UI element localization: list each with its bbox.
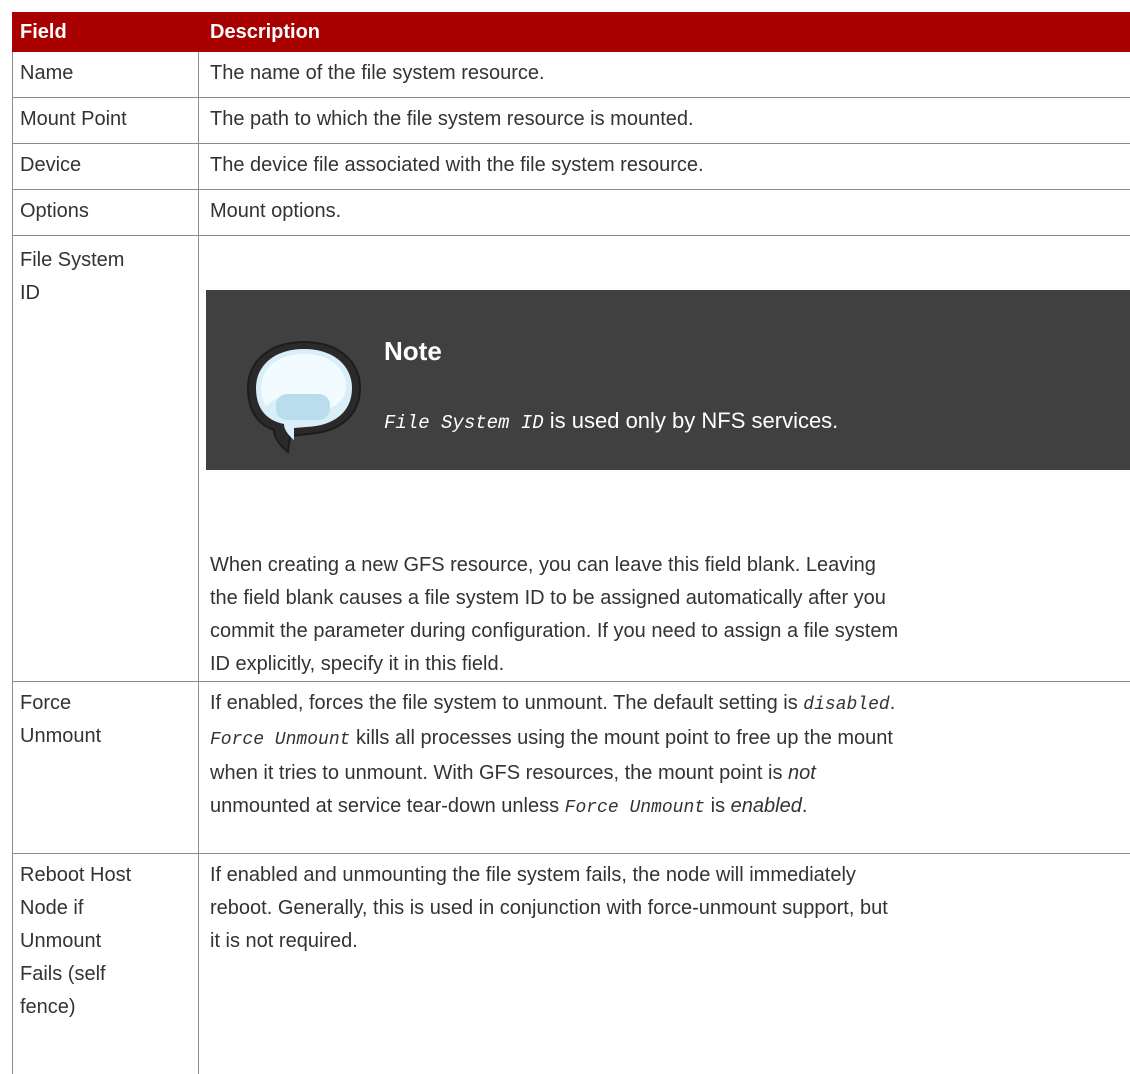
description-device: The device file associated with the file… [210,154,704,176]
description-force-unmount: If enabled, forces the file system to un… [210,687,1130,825]
paragraph-line: If enabled and unmounting the file syste… [210,864,856,886]
paragraph-line: it is not required. [210,930,358,952]
paragraph-line: ID explicitly, specify it in this field. [210,653,505,675]
description-options: Mount options. [210,200,342,222]
text-span: unmounted at service tear-down unless [210,795,565,817]
table-row: Force Unmount If enabled, forces the fil… [12,682,1130,854]
note-text: File System ID is used only by NFS servi… [384,408,838,434]
text-span: is [705,795,731,817]
field-mount-point: Mount Point [20,108,127,130]
field-device: Device [20,154,82,176]
header-description: Description [210,21,321,43]
field-line: Node if [20,897,84,919]
field-file-system-id: File System ID [20,244,190,310]
field-reboot-host-node: Reboot Host Node if Unmount Fails (self … [20,859,190,1024]
text-span: If enabled, forces the file system to un… [210,692,804,714]
header-field: Field [20,21,67,43]
speech-bubble-icon [246,340,362,454]
paragraph-line: unmounted at service tear-down unless Fo… [210,790,1130,825]
code-force-unmount: Force Unmount [210,730,351,750]
paragraph-line: If enabled, forces the file system to un… [210,687,1130,722]
field-line: fence) [20,996,76,1018]
text-span: . [801,795,808,817]
description-reboot-host-node: If enabled and unmounting the file syste… [210,859,1120,958]
emphasis-not: not [788,762,816,784]
description-mount-point: The path to which the file system resour… [210,108,694,130]
paragraph-line: reboot. Generally, this is used in conju… [210,897,888,919]
paragraph-line: when it tries to unmount. With GFS resou… [210,757,1130,790]
field-name: Name [20,62,74,84]
table-row: Reboot Host Node if Unmount Fails (self … [12,854,1130,1034]
description-name: The name of the file system resource. [210,62,545,84]
table-row: Name The name of the file system resourc… [12,52,1130,98]
field-line: File System [20,249,125,271]
paragraph-line: Force Unmount kills all processes using … [210,722,1130,757]
note-text-rest: is used only by NFS services. [543,408,839,433]
text-span: kills all processes using the mount poin… [350,727,893,749]
text-span: when it tries to unmount. With GFS resou… [210,762,789,784]
field-line: ID [20,282,40,304]
table-header: Field Description [12,12,1130,52]
paragraph-line: commit the parameter during configuratio… [210,620,899,642]
note-title: Note [384,336,442,366]
field-line: Fails (self [20,963,106,985]
note-box: Note File System ID is used only by NFS … [206,290,1130,470]
paragraph-line: When creating a new GFS resource, you ca… [210,554,876,576]
code-file-system-id: File System ID [384,412,544,434]
description-file-system-id: When creating a new GFS resource, you ca… [210,549,1120,681]
table-row: Mount Point The path to which the file s… [12,98,1130,144]
paragraph-line: the field blank causes a file system ID … [210,587,886,609]
code-force-unmount: Force Unmount [564,798,706,818]
field-force-unmount: Force Unmount [20,687,190,753]
field-line: Force [20,692,72,714]
code-disabled: disabled [803,695,890,715]
field-options: Options [20,200,89,222]
field-line: Unmount [20,930,102,952]
field-line: Unmount [20,725,102,747]
field-line: Reboot Host [20,864,132,886]
table-row: Device The device file associated with t… [12,144,1130,190]
table-row: Options Mount options. [12,190,1130,236]
emphasis-enabled: enabled [730,795,802,817]
text-span: . [889,692,896,714]
